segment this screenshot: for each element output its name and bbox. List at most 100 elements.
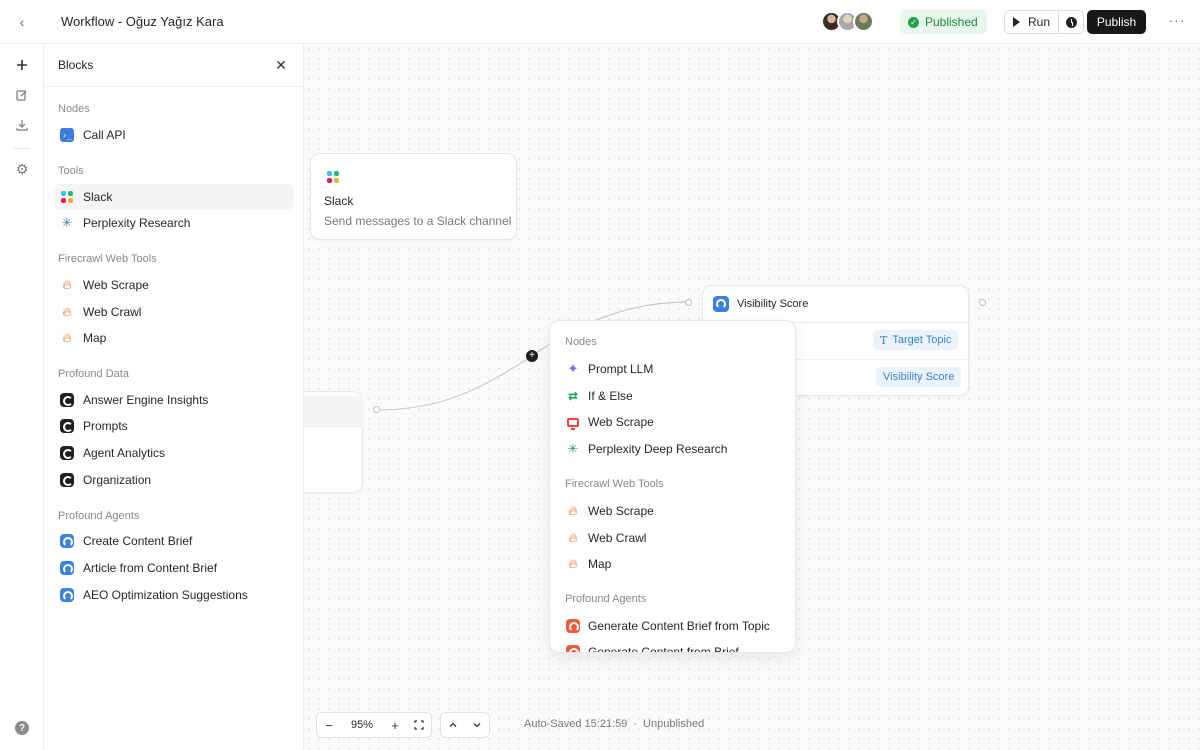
edit-button[interactable] (10, 83, 34, 107)
sparkle-icon: ✦ (567, 361, 579, 376)
fit-view-button[interactable] (407, 713, 431, 737)
add-button[interactable] (10, 53, 34, 77)
terminal-icon: ›_ (60, 128, 74, 142)
block-item-organization[interactable]: Organization (54, 467, 294, 493)
flame-icon: 🔥︎ (62, 330, 72, 345)
picker-item-web-crawl[interactable]: 🔥︎ Web Crawl (560, 526, 786, 550)
picker-item-label: Web Scrape (588, 415, 654, 429)
close-icon[interactable]: ✕ (273, 57, 289, 73)
section-label-profound-data: Profound Data (58, 368, 129, 380)
block-item-label: Agent Analytics (83, 446, 166, 460)
publish-state-text: Unpublished (643, 718, 705, 730)
agent-icon (713, 296, 729, 312)
section-label-nodes: Nodes (58, 103, 90, 115)
block-item-map[interactable]: 🔥︎ Map (54, 325, 294, 351)
clock-icon (1065, 16, 1077, 28)
run-label: Run (1028, 15, 1051, 29)
block-item-create-content-brief[interactable]: Create Content Brief (54, 528, 294, 554)
block-item-label: Call API (83, 128, 126, 142)
add-node-button[interactable]: + (526, 350, 538, 362)
node-output-port[interactable] (979, 299, 986, 306)
status-separator: · (633, 718, 638, 730)
picker-item-perplexity-deep-research[interactable]: ✳ Perplexity Deep Research (560, 437, 786, 461)
picker-item-prompt-llm[interactable]: ✦ Prompt LLM (560, 357, 786, 381)
chip-label: Target Topic (892, 334, 952, 346)
target-topic-chip[interactable]: T Target Topic (873, 330, 959, 350)
zoom-out-button[interactable]: − (317, 713, 341, 737)
blocks-panel-title: Blocks (58, 58, 94, 72)
play-icon (1013, 17, 1020, 27)
picker-item-label: Perplexity Deep Research (588, 442, 728, 456)
agent-icon (566, 645, 580, 652)
block-item-answer-engine-insights[interactable]: Answer Engine Insights (54, 387, 294, 413)
block-item-label: Answer Engine Insights (83, 393, 209, 407)
section-label-profound-agents: Profound Agents (565, 593, 647, 605)
avatar[interactable] (853, 11, 874, 32)
section-label-tools: Tools (58, 165, 84, 177)
block-item-call-api[interactable]: ›_ Call API (54, 122, 294, 148)
block-item-web-scrape[interactable]: 🔥︎ Web Scrape (54, 272, 294, 298)
block-item-label: AEO Optimization Suggestions (83, 588, 248, 602)
chevron-up-icon (449, 722, 457, 727)
zoom-level[interactable]: 95% (341, 719, 383, 731)
help-button[interactable]: ? (10, 716, 34, 740)
visibility-score-chip[interactable]: Visibility Score (876, 367, 962, 387)
zoom-group: − 95% + (316, 712, 432, 738)
picker-item-web-scrape-firecrawl[interactable]: 🔥︎ Web Scrape (560, 499, 786, 523)
publish-button[interactable]: Publish (1087, 10, 1146, 34)
picker-item-web-scrape[interactable]: Web Scrape (560, 410, 786, 434)
perplexity-icon: ✳ (61, 215, 73, 230)
picker-item-if-else[interactable]: ⇄ If & Else (560, 384, 786, 408)
block-item-agent-analytics[interactable]: Agent Analytics (54, 440, 294, 466)
node-input-port[interactable] (685, 299, 692, 306)
more-button[interactable]: ··· (1165, 12, 1189, 32)
schedule-button[interactable] (1059, 11, 1083, 33)
zoom-controls: − 95% + (316, 712, 498, 738)
section-label-profound-agents: Profound Agents (58, 510, 140, 522)
perplexity-icon: ✳ (567, 441, 579, 456)
status-badge-label: Published (925, 15, 978, 29)
zoom-in-button[interactable]: + (383, 713, 407, 737)
profound-icon (60, 446, 74, 460)
block-item-slack[interactable]: Slack (54, 184, 294, 210)
profound-icon (60, 419, 74, 433)
slack-node[interactable]: Slack Send messages to a Slack channel (310, 153, 517, 240)
slack-icon (326, 170, 340, 184)
section-label-firecrawl: Firecrawl Web Tools (58, 253, 157, 265)
picker-item-generate-content-from-brief[interactable]: Generate Content from Brief (560, 640, 786, 653)
block-item-label: Map (83, 331, 107, 345)
minus-icon: − (325, 717, 333, 733)
node-output-port[interactable] (373, 406, 380, 413)
run-button[interactable]: Run (1005, 11, 1060, 33)
block-item-article-from-content-brief[interactable]: Article from Content Brief (54, 555, 294, 581)
gear-icon: ⚙ (15, 160, 29, 177)
next-button[interactable] (465, 713, 489, 737)
section-label-firecrawl: Firecrawl Web Tools (565, 478, 664, 490)
flame-icon: 🔥︎ (568, 556, 578, 571)
picker-item-generate-brief-from-topic[interactable]: Generate Content Brief from Topic (560, 614, 786, 638)
block-item-label: Prompts (83, 419, 128, 433)
section-label-nodes: Nodes (565, 336, 597, 348)
node-header: Visibility Score (703, 286, 968, 323)
save-status: Auto-Saved 15:21:59 · Unpublished (524, 718, 704, 730)
block-item-web-crawl[interactable]: 🔥︎ Web Crawl (54, 299, 294, 325)
slack-icon (60, 190, 74, 204)
block-item-perplexity-research[interactable]: ✳ Perplexity Research (54, 210, 294, 236)
plus-icon: + (391, 717, 399, 733)
picker-item-map[interactable]: 🔥︎ Map (560, 552, 786, 576)
picker-item-label: Generate Content from Brief (588, 645, 739, 653)
download-button[interactable] (10, 113, 34, 137)
block-item-prompts[interactable]: Prompts (54, 413, 294, 439)
picker-item-label: If & Else (588, 389, 633, 403)
plus-icon: + (529, 350, 535, 361)
agent-icon (60, 588, 74, 602)
agent-icon (60, 534, 74, 548)
settings-button[interactable]: ⚙ (10, 157, 34, 181)
previous-button[interactable] (441, 713, 465, 737)
status-badge: ✓ Published (900, 10, 987, 34)
block-item-aeo-optimization-suggestions[interactable]: AEO Optimization Suggestions (54, 582, 294, 608)
back-button[interactable]: ‹ (0, 0, 44, 44)
picker-item-label: Generate Content Brief from Topic (588, 619, 770, 633)
block-item-label: Create Content Brief (83, 534, 193, 548)
chevron-left-icon: ‹ (19, 13, 25, 30)
